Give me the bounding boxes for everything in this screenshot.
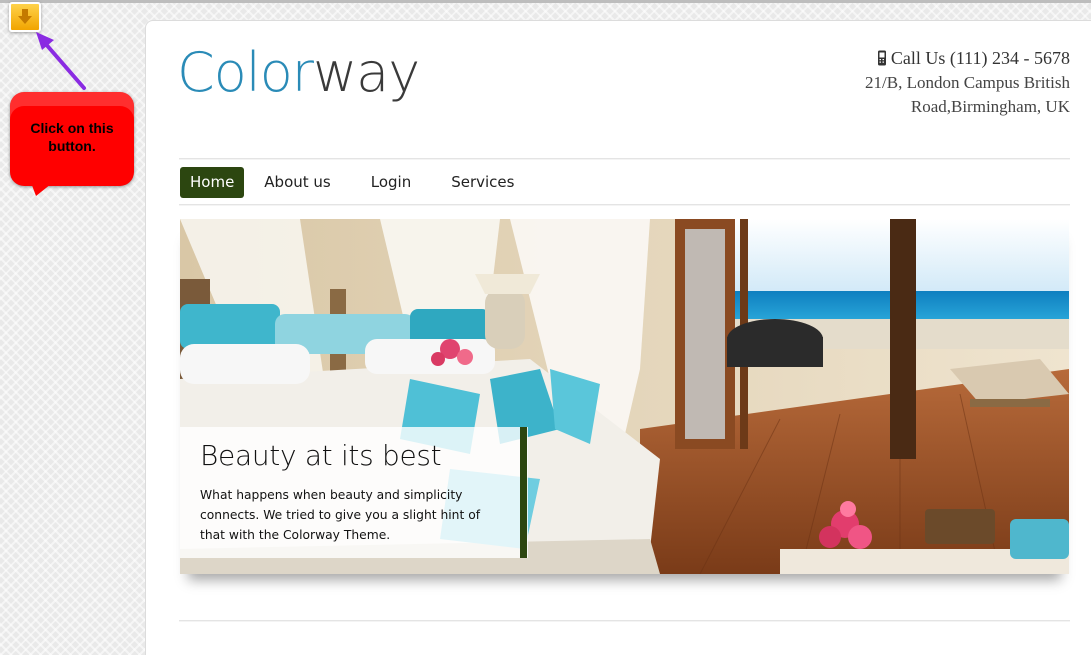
phone-line: Call Us (111) 234 - 5678	[865, 46, 1070, 71]
nav-divider	[179, 204, 1070, 206]
instruction-callout: Click on this button.	[10, 92, 134, 186]
address-line-1: 21/B, London Campus British	[865, 72, 1070, 92]
logo-text-way: way	[313, 41, 420, 104]
content-divider	[179, 620, 1070, 622]
nav-item-about-us[interactable]: About us	[244, 167, 350, 198]
arrow-down-icon	[18, 9, 32, 24]
caption-title: Beauty at its best	[200, 439, 442, 472]
nav-item-services[interactable]: Services	[431, 167, 534, 198]
caption-text: What happens when beauty and simplicity …	[200, 488, 481, 542]
nav-item-login[interactable]: Login	[351, 167, 431, 198]
hero-caption: Beauty at its best What happens when bea…	[180, 427, 528, 558]
annotation-arrow	[36, 32, 86, 90]
address-line-2: Road,Birmingham, UK	[910, 97, 1070, 116]
contact-info: Call Us (111) 234 - 5678 21/B, London Ca…	[865, 46, 1070, 120]
callout-tail	[30, 180, 56, 196]
site-logo[interactable]: Colorway	[177, 38, 420, 108]
hero-slider[interactable]: Beauty at its best What happens when bea…	[180, 219, 1069, 574]
callout-text: Click on this button.	[30, 120, 114, 154]
phone-number: Call Us (111) 234 - 5678	[890, 48, 1070, 68]
top-border	[0, 0, 1091, 3]
caption-accent-bar	[520, 427, 527, 558]
header-divider	[179, 158, 1070, 160]
mobile-phone-icon	[877, 50, 886, 66]
nav-item-home[interactable]: Home	[180, 167, 245, 198]
logo-text-color: Color	[177, 41, 314, 104]
main-nav: Home About us Login Services	[180, 167, 534, 198]
